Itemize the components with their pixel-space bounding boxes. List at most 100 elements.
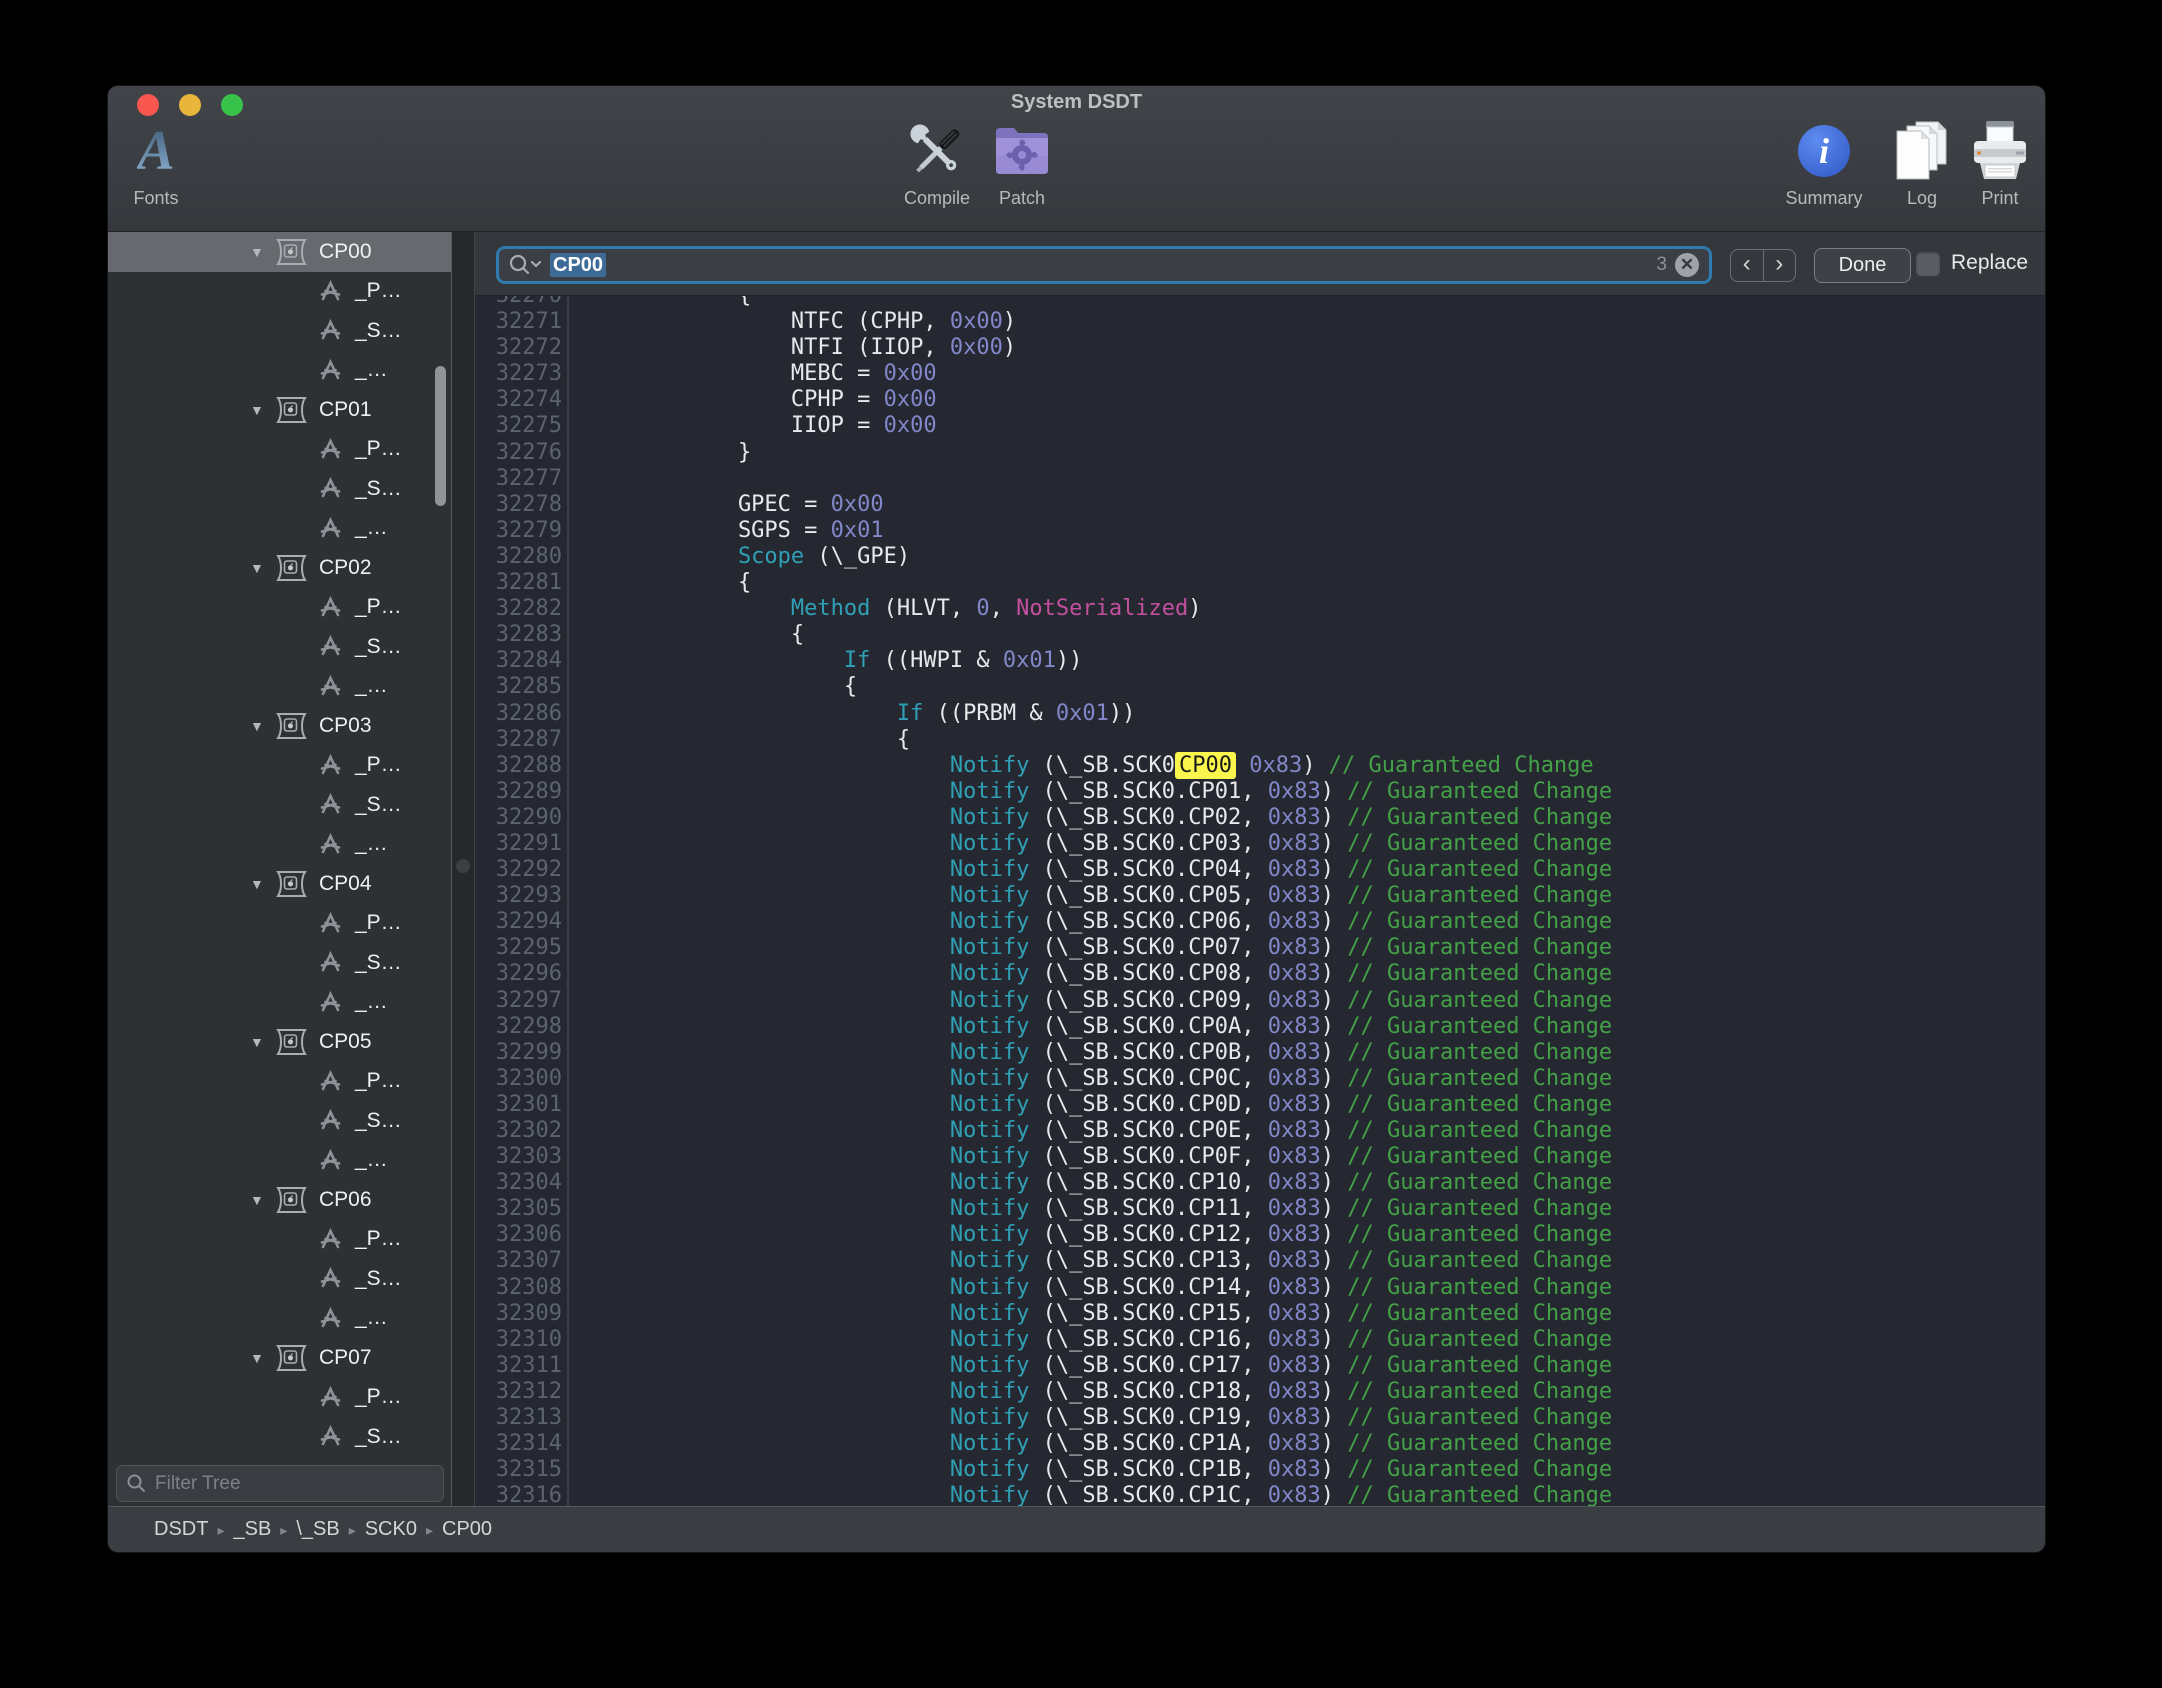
tree-item-_P[interactable]: _P… bbox=[108, 272, 451, 312]
toolbar-button-fonts[interactable]: A Fonts bbox=[108, 120, 221, 209]
line-number: 32311 bbox=[475, 1353, 562, 1379]
tree-item-_S[interactable]: _S… bbox=[108, 785, 451, 825]
code-line: 32293 Notify (\_SB.SCK0.CP05, 0x83) // G… bbox=[475, 883, 2045, 909]
tree-item-_P[interactable]: _P… bbox=[108, 1220, 451, 1260]
find-previous-button[interactable]: ‹ bbox=[1731, 250, 1764, 281]
line-number: 32273 bbox=[475, 361, 562, 387]
disclosure-triangle-icon[interactable]: ▼ bbox=[250, 402, 266, 418]
replace-checkbox[interactable] bbox=[1916, 252, 1940, 276]
breadcrumb-item-CP00[interactable]: CP00 bbox=[442, 1518, 492, 1540]
method-icon bbox=[318, 833, 343, 856]
line-number: 32276 bbox=[475, 440, 562, 466]
tree-item-label: _… bbox=[355, 358, 388, 382]
tree-item-_P[interactable]: _P… bbox=[108, 588, 451, 628]
tree-item-_[interactable]: _… bbox=[108, 825, 451, 865]
filter-tree-input[interactable] bbox=[116, 1465, 444, 1502]
print-icon bbox=[1972, 120, 2028, 182]
tree-item-_[interactable]: _… bbox=[108, 509, 451, 549]
toolbar-button-print[interactable]: Print bbox=[1935, 120, 2045, 209]
pane-splitter[interactable] bbox=[452, 232, 475, 1506]
tree-item-CP06[interactable]: ▼CP06 bbox=[108, 1180, 451, 1220]
breadcrumb-item-SCK0[interactable]: SCK0 bbox=[365, 1518, 417, 1540]
sidebar-scrollbar[interactable] bbox=[435, 366, 446, 506]
line-number: 32296 bbox=[475, 961, 562, 987]
code-text: Notify (\_SB.SCK0.CP0E, 0x83) // Guarant… bbox=[562, 1118, 1612, 1144]
find-next-button[interactable]: › bbox=[1764, 250, 1796, 281]
code-text: Notify (\_SB.SCK0.CP08, 0x83) // Guarant… bbox=[562, 961, 1612, 987]
tree-item-label: _S… bbox=[355, 1425, 402, 1449]
code-text: Notify (\_SB.SCK0.CP10, 0x83) // Guarant… bbox=[562, 1170, 1612, 1196]
tree-item-_[interactable]: _… bbox=[108, 667, 451, 707]
line-number: 32277 bbox=[475, 466, 562, 492]
tree-item-CP02[interactable]: ▼ CP02 bbox=[108, 548, 451, 588]
tree-item-label: _P… bbox=[355, 1385, 402, 1409]
breadcrumb-item-_SB[interactable]: _SB bbox=[233, 1518, 271, 1540]
tree-item-label: _S… bbox=[355, 951, 402, 975]
tree-item-label: CP02 bbox=[319, 556, 372, 580]
tree-item-_[interactable]: _… bbox=[108, 983, 451, 1023]
search-input[interactable]: CP00 3 ✕ bbox=[496, 246, 1712, 284]
tree-item-_S[interactable]: _S… bbox=[108, 627, 451, 667]
code-line: 32286 If ((PRBM & 0x01)) bbox=[475, 701, 2045, 727]
code-line: 32297 Notify (\_SB.SCK0.CP09, 0x83) // G… bbox=[475, 988, 2045, 1014]
code-text: Notify (\_SB.SCK0.CP0C, 0x83) // Guarant… bbox=[562, 1066, 1612, 1092]
done-button[interactable]: Done bbox=[1814, 248, 1911, 283]
disclosure-triangle-icon[interactable]: ▼ bbox=[250, 1350, 266, 1366]
tree-item-_P[interactable]: _P… bbox=[108, 904, 451, 944]
tree-item-_[interactable]: _… bbox=[108, 1299, 451, 1339]
line-number: 32270 bbox=[475, 296, 562, 309]
code-text: NTFC (CPHP, 0x00) bbox=[562, 309, 1016, 335]
tree-item-_S[interactable]: _S… bbox=[108, 943, 451, 983]
tree-item-_P[interactable]: _P… bbox=[108, 430, 451, 470]
tree-item-CP03[interactable]: ▼CP03 bbox=[108, 706, 451, 746]
breadcrumb-item-DSDT[interactable]: DSDT bbox=[154, 1518, 208, 1540]
tree-item-_P[interactable]: _P… bbox=[108, 1062, 451, 1102]
code-lines: 32270 {32271 NTFC (CPHP, 0x00)32272 NTFI… bbox=[475, 296, 2045, 1506]
tree-item-_S[interactable]: _S… bbox=[108, 1417, 451, 1457]
code-text: } bbox=[562, 440, 751, 466]
breadcrumb-item-_SB[interactable]: \_SB bbox=[296, 1518, 339, 1540]
search-clear-button[interactable]: ✕ bbox=[1675, 253, 1699, 277]
tree-item-CP04[interactable]: ▼CP04 bbox=[108, 864, 451, 904]
tree-item-_[interactable]: _… bbox=[108, 351, 451, 391]
code-line: 32292 Notify (\_SB.SCK0.CP04, 0x83) // G… bbox=[475, 857, 2045, 883]
code-text: Notify (\_SB.SCK0.CP12, 0x83) // Guarant… bbox=[562, 1222, 1612, 1248]
disclosure-triangle-icon[interactable]: ▼ bbox=[250, 718, 266, 734]
toolbar-button-patch[interactable]: Patch bbox=[957, 120, 1087, 209]
tree-item-label: _S… bbox=[355, 793, 402, 817]
tree-item-CP00[interactable]: ▼CP00 bbox=[108, 232, 451, 272]
disclosure-triangle-icon[interactable]: ▼ bbox=[250, 1034, 266, 1050]
line-number: 32300 bbox=[475, 1066, 562, 1092]
code-text: { bbox=[562, 727, 910, 753]
tree-item-_S[interactable]: _S… bbox=[108, 311, 451, 351]
code-line: 32307 Notify (\_SB.SCK0.CP13, 0x83) // G… bbox=[475, 1248, 2045, 1274]
tree-item-CP05[interactable]: ▼CP05 bbox=[108, 1022, 451, 1062]
code-line: 32313 Notify (\_SB.SCK0.CP19, 0x83) // G… bbox=[475, 1405, 2045, 1431]
tree-item-_P[interactable]: _P… bbox=[108, 746, 451, 786]
code-text: CPHP = 0x00 bbox=[562, 387, 937, 413]
breadcrumb-separator-icon: ▸ bbox=[280, 1522, 287, 1538]
disclosure-triangle-icon[interactable]: ▼ bbox=[250, 560, 266, 576]
disclosure-triangle-icon[interactable]: ▼ bbox=[250, 876, 266, 892]
tree-item-CP07[interactable]: ▼CP07 bbox=[108, 1338, 451, 1378]
tree-item-CP01[interactable]: ▼CP01 bbox=[108, 390, 451, 430]
tree-item-label: _S… bbox=[355, 319, 402, 343]
method-icon bbox=[318, 1070, 343, 1093]
disclosure-triangle-icon[interactable]: ▼ bbox=[250, 244, 266, 260]
code-line: 32300 Notify (\_SB.SCK0.CP0C, 0x83) // G… bbox=[475, 1066, 2045, 1092]
tree-item-_P[interactable]: _P… bbox=[108, 1378, 451, 1418]
tree-item-_[interactable]: _… bbox=[108, 1141, 451, 1181]
tree-item-label: _P… bbox=[355, 1227, 402, 1251]
tree-item-_S[interactable]: _S… bbox=[108, 469, 451, 509]
code-editor[interactable]: 32270 {32271 NTFC (CPHP, 0x00)32272 NTFI… bbox=[475, 296, 2045, 1506]
toolbar: System DSDT A Fonts bbox=[108, 86, 2045, 232]
tree-item-_S[interactable]: _S… bbox=[108, 1259, 451, 1299]
line-number: 32283 bbox=[475, 622, 562, 648]
code-line: 32277 bbox=[475, 466, 2045, 492]
match-count: 3 bbox=[1656, 254, 1667, 276]
line-number: 32314 bbox=[475, 1431, 562, 1457]
device-icon bbox=[276, 396, 307, 424]
tree-item-_S[interactable]: _S… bbox=[108, 1101, 451, 1141]
search-icon[interactable] bbox=[508, 253, 542, 277]
disclosure-triangle-icon[interactable]: ▼ bbox=[250, 1192, 266, 1208]
